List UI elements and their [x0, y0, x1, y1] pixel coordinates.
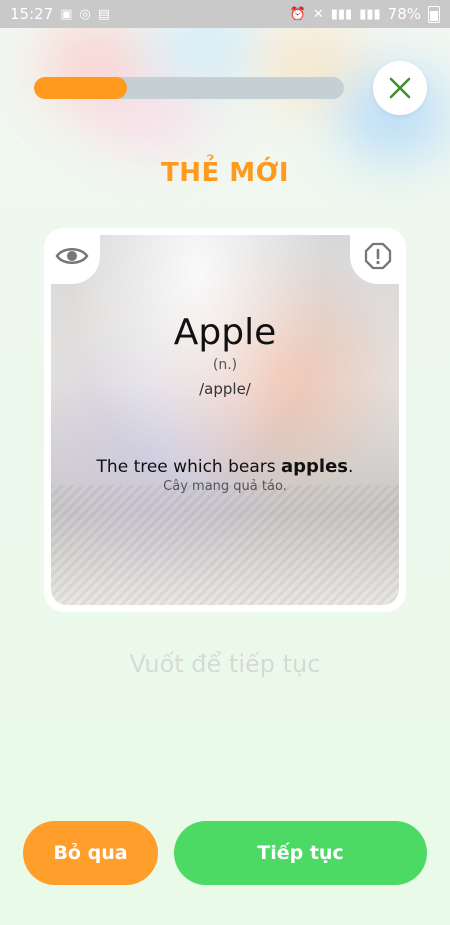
alarm-icon: ⏰: [289, 6, 306, 22]
card-word: Apple: [173, 312, 277, 353]
signal-4g-icon: ▮▮▮: [330, 6, 353, 22]
continue-button[interactable]: Tiếp tục: [174, 821, 427, 885]
skip-button[interactable]: Bỏ qua: [23, 821, 158, 885]
status-time: 15:27: [10, 5, 54, 23]
page-title: THẺ MỚI: [160, 158, 290, 188]
status-bar: 15:27 ▣ ◎ ▤ ⏰ ✕ ▮▮▮ ▮▮▮ 78%: [0, 0, 450, 28]
example-prefix: The tree which bears: [96, 457, 282, 477]
swipe-hint: Vuốt để tiếp tục: [129, 650, 321, 678]
example-sentence: The tree which bears apples.: [44, 456, 406, 477]
gallery-icon: ▣: [60, 6, 73, 22]
progress-fill: [34, 77, 127, 99]
flashcard[interactable]: [44, 228, 406, 612]
progress-bar: [34, 77, 344, 99]
card-background-image: [51, 235, 399, 605]
close-icon: [389, 77, 411, 99]
battery-icon: [428, 5, 440, 23]
instagram-icon: ◎: [79, 6, 91, 22]
alert-icon: [364, 242, 392, 270]
background-blur: [90, 90, 210, 150]
reveal-button[interactable]: [44, 228, 100, 284]
signal-icon: ▮▮▮: [359, 6, 381, 22]
close-button[interactable]: [373, 61, 427, 115]
part-of-speech: (n.): [212, 357, 238, 373]
battery-percent: 78%: [387, 5, 421, 23]
app-notification-icon: ▤: [97, 6, 111, 22]
report-button[interactable]: [350, 228, 406, 284]
eye-icon: [55, 248, 89, 264]
example-suffix: .: [348, 457, 354, 477]
example-highlight: apples: [281, 456, 349, 477]
example-translation: Cây mang quả táo.: [163, 479, 287, 494]
pronunciation: /apple/: [199, 380, 251, 398]
mute-icon: ✕: [312, 6, 324, 22]
